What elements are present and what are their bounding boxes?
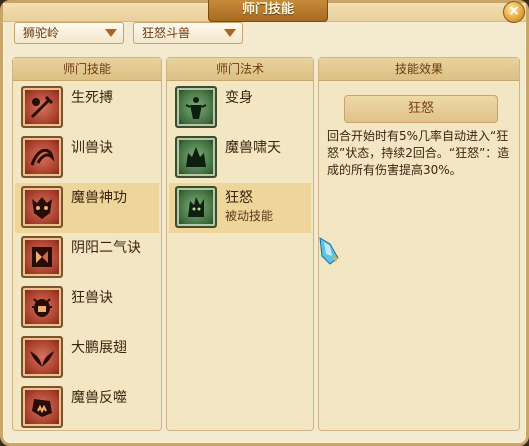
rage-beast-icon (175, 186, 217, 228)
skill-item-kuangshoujue[interactable]: 狂兽诀 (15, 283, 159, 333)
chevron-down-icon (105, 29, 117, 37)
skill-name: 魔兽反噬 (71, 390, 127, 406)
skill-group-dropdown-value: 狂怒斗兽 (142, 26, 191, 40)
window-title: 师门技能 (208, 0, 328, 22)
sect-dropdown[interactable]: 狮驼岭 (14, 22, 124, 44)
skill-item-dapengzhanchi[interactable]: 大鹏展翅 (15, 333, 159, 383)
skill-item-xunshoujue[interactable]: 训兽诀 (15, 133, 159, 183)
sect-spells-panel: 师门法术 变身 魔兽啸天 狂怒 被动技能 (166, 57, 314, 431)
sect-spells-header: 师门法术 (167, 58, 313, 81)
wings-icon (21, 336, 63, 378)
skill-name: 大鹏展翅 (71, 340, 127, 356)
skill-item-yinyangerqijue[interactable]: 阴阳二气诀 (15, 233, 159, 283)
chevron-down-icon (224, 29, 236, 37)
skill-item-shengsibo[interactable]: 生死搏 (15, 83, 159, 133)
skill-effect-panel: 技能效果 狂怒 回合开始时有5%几率自动进入“狂怒”状态，持续2回合。“狂怒”：… (318, 57, 520, 431)
skill-name: 魔兽神功 (71, 190, 127, 206)
crystal-cursor-icon (316, 236, 342, 266)
skill-group-dropdown[interactable]: 狂怒斗兽 (133, 22, 243, 44)
skill-effect-header: 技能效果 (319, 58, 519, 81)
effect-description: 回合开始时有5%几率自动进入“狂怒”状态，持续2回合。“狂怒”：造成的所有伤害提… (327, 129, 510, 177)
sect-skills-header: 师门技能 (13, 58, 161, 81)
beast-mask-icon (21, 186, 63, 228)
skill-item-moshoufanshi[interactable]: 魔兽反噬 (15, 383, 159, 433)
spell-item-bianshen[interactable]: 变身 (169, 83, 311, 133)
spell-name: 变身 (225, 90, 253, 106)
beetle-beast-icon (21, 286, 63, 328)
yin-yang-mask-icon (21, 236, 63, 278)
skill-name: 阴阳二气诀 (71, 240, 141, 256)
whip-icon (21, 136, 63, 178)
sect-skills-panel: 师门技能 生死搏 训兽诀 魔兽神功 阴阳二气诀 狂兽诀 大鹏展翅 魔兽反噬 (12, 57, 162, 431)
beast-bite-icon (21, 386, 63, 428)
skill-name: 训兽诀 (71, 140, 113, 156)
roar-icon (175, 136, 217, 178)
skill-item-moshoushengong[interactable]: 魔兽神功 (15, 183, 159, 233)
effect-skill-name: 狂怒 (344, 95, 498, 123)
sect-dropdown-value: 狮驼岭 (23, 26, 60, 40)
close-button[interactable]: × (503, 1, 525, 23)
sword-slash-icon (21, 86, 63, 128)
spell-item-kuangnu[interactable]: 狂怒 被动技能 (169, 183, 311, 233)
skill-name: 狂兽诀 (71, 290, 113, 306)
transform-icon (175, 86, 217, 128)
skill-name: 生死搏 (71, 90, 113, 106)
spell-name: 魔兽啸天 (225, 140, 281, 156)
spell-name: 狂怒 (225, 190, 253, 206)
spell-subtitle: 被动技能 (225, 209, 274, 223)
spell-item-moshouxiaotian[interactable]: 魔兽啸天 (169, 133, 311, 183)
